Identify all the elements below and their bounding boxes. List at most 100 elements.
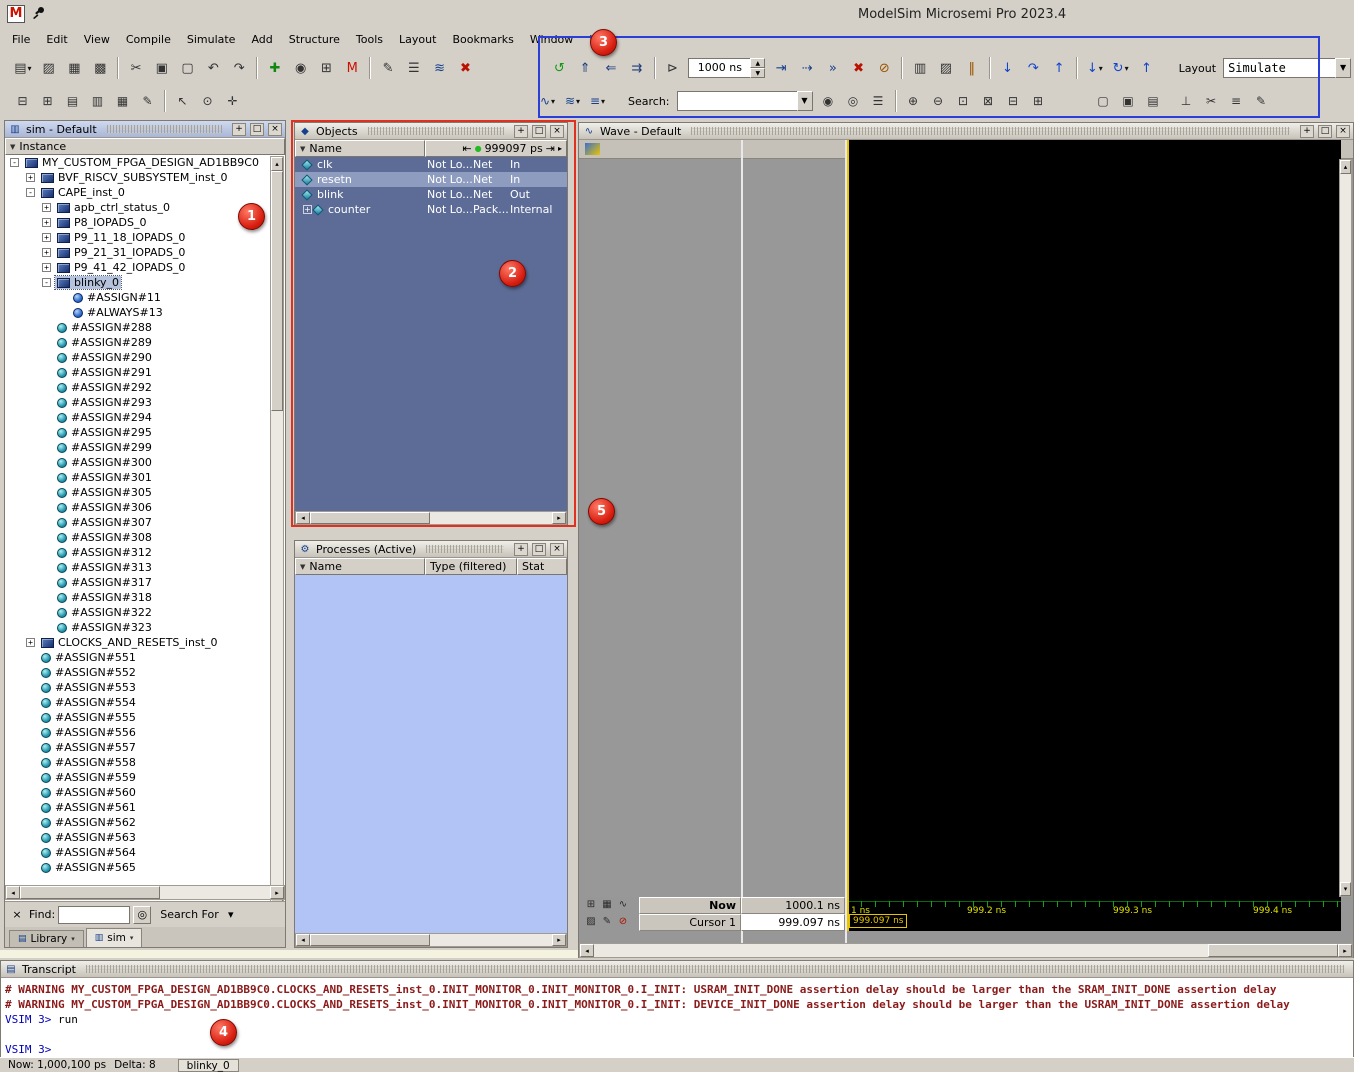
tree-item--assign-290[interactable]: #ASSIGN#290	[5, 350, 271, 365]
scroll-left-button[interactable]: ◂	[296, 934, 310, 946]
run-button[interactable]: ⇥	[769, 56, 793, 80]
tree-item-cape-inst-0[interactable]: -CAPE_inst_0	[5, 185, 271, 200]
tree-item--assign-11[interactable]: #ASSIGN#11	[5, 290, 271, 305]
tree-item--assign-305[interactable]: #ASSIGN#305	[5, 485, 271, 500]
add-selected-to-wave-button[interactable]: ∿▾	[536, 91, 559, 112]
compile-button[interactable]: ✎	[376, 56, 400, 80]
menu-item-edit[interactable]: Edit	[38, 31, 75, 49]
expand-icon[interactable]: +	[42, 248, 51, 257]
wave-timeline-ruler[interactable]: 999.097 ns 1 ns999.2 ns999.3 ns999.4 ns	[847, 897, 1341, 931]
expand-icon[interactable]: +	[42, 203, 51, 212]
wave-panel-add-button[interactable]: +	[1300, 125, 1314, 138]
find-input[interactable]	[58, 906, 130, 924]
tab-dropdown-icon[interactable]: ▾	[130, 934, 134, 942]
tree-item--assign-553[interactable]: #ASSIGN#553	[5, 680, 271, 695]
add-to-wave-button[interactable]: ≋▾	[561, 91, 584, 112]
processes-horizontal-scrollbar[interactable]: ◂ ▸	[295, 933, 567, 947]
type-filtered--column-header[interactable]: Type (filtered)	[425, 558, 517, 575]
environment-back-button[interactable]: ⇐	[599, 56, 623, 80]
tree-item--assign-294[interactable]: #ASSIGN#294	[5, 410, 271, 425]
objects-panel-titlebar[interactable]: ◆ Objects + □ ×	[295, 123, 567, 140]
zoom-in-button[interactable]: ⊕	[902, 91, 925, 112]
redo-button[interactable]: ↷	[227, 56, 251, 80]
cut-button[interactable]: ✂	[124, 56, 148, 80]
tree-item-bvf-riscv-subsystem-inst-0[interactable]: +BVF_RISCV_SUBSYSTEM_inst_0	[5, 170, 271, 185]
cursor-value-cell[interactable]: 999.097 ns	[741, 914, 845, 931]
new-file-button[interactable]: ▤▾	[11, 56, 35, 80]
dropdown-arrow-icon[interactable]: ▾	[1099, 64, 1103, 73]
tree-item--assign-293[interactable]: #ASSIGN#293	[5, 395, 271, 410]
wave-icon[interactable]: ∿	[615, 897, 631, 912]
show-nets-button[interactable]: ▥	[86, 91, 109, 112]
scroll-thumb[interactable]	[1208, 944, 1338, 957]
sim-vertical-scrollbar[interactable]: ▴ ▾	[270, 156, 284, 904]
save-button[interactable]: ▦	[63, 56, 87, 80]
tree-item--assign-557[interactable]: #ASSIGN#557	[5, 740, 271, 755]
scroll-thumb[interactable]	[20, 886, 160, 899]
tree-item--assign-318[interactable]: #ASSIGN#318	[5, 590, 271, 605]
dropdown-arrow-icon[interactable]: ▾	[1125, 64, 1129, 73]
find-next-button[interactable]: ◉	[817, 91, 840, 112]
menu-item-layout[interactable]: Layout	[391, 31, 444, 49]
add-cursor-button[interactable]: ⊥	[1175, 91, 1198, 112]
step-current-button[interactable]: ↓▾	[1083, 56, 1107, 80]
tree-item--assign-299[interactable]: #ASSIGN#299	[5, 440, 271, 455]
collapse-icon[interactable]: -	[26, 188, 35, 197]
scroll-right-button[interactable]: ▸	[270, 886, 284, 899]
zoom-out-button[interactable]: ⊖	[927, 91, 950, 112]
tree-item--assign-565[interactable]: #ASSIGN#565	[5, 860, 271, 875]
cursor-time-box[interactable]: 999.097 ns	[849, 914, 907, 928]
pin-icon[interactable]	[32, 6, 46, 25]
wave-vertical-scrollbar[interactable]: ▴ ▾	[1339, 159, 1352, 897]
time-right-icon[interactable]: ⇥	[546, 142, 555, 155]
cursor-label-cell[interactable]: Cursor 1	[639, 914, 741, 931]
compile-all-button[interactable]: ☰	[402, 56, 426, 80]
scroll-left-button[interactable]: ◂	[6, 886, 20, 899]
combo-dropdown-icon[interactable]: ▼	[1335, 58, 1351, 78]
wave-horizontal-scrollbar[interactable]: ◂ ▸	[579, 943, 1353, 958]
step-into-button[interactable]: ↓	[996, 56, 1020, 80]
filter-icon[interactable]: ▼	[300, 563, 305, 571]
menu-item-simulate[interactable]: Simulate	[179, 31, 244, 49]
tab-dropdown-icon[interactable]: ▾	[71, 935, 75, 943]
wave-panel-close-button[interactable]: ×	[1336, 125, 1350, 138]
processes-panel-drag-handle[interactable]	[426, 545, 504, 553]
simulate-button[interactable]: ≋	[428, 56, 452, 80]
toolbar-search-input[interactable]	[677, 91, 797, 111]
tree-item--assign-312[interactable]: #ASSIGN#312	[5, 545, 271, 560]
sim-panel-titlebar[interactable]: ▥ sim - Default + □ ×	[5, 121, 285, 138]
find-go-button[interactable]: ◎	[133, 906, 151, 924]
scroll-left-button[interactable]: ◂	[296, 512, 310, 524]
menu-item-bookmarks[interactable]: Bookmarks	[444, 31, 521, 49]
processes-panel-titlebar[interactable]: ⚙ Processes (Active) + □ ×	[295, 541, 567, 558]
tree-item-clocks-and-resets-inst-0[interactable]: +CLOCKS_AND_RESETS_inst_0	[5, 635, 271, 650]
tree-item-p8-iopads-0[interactable]: +P8_IOPADS_0	[5, 215, 271, 230]
return-current-button[interactable]: ↑	[1135, 56, 1159, 80]
tree-item-p9-41-42-iopads-0[interactable]: +P9_41_42_IOPADS_0	[5, 260, 271, 275]
menu-item-structure[interactable]: Structure	[281, 31, 348, 49]
show-ports-button[interactable]: ▤	[61, 91, 84, 112]
scroll-right-button[interactable]: ▸	[1338, 944, 1352, 957]
run-time-value[interactable]: 1000 ns	[688, 58, 750, 78]
transcript-titlebar[interactable]: ▤ Transcript	[1, 961, 1353, 978]
open-button[interactable]: ▨	[37, 56, 61, 80]
undo-button[interactable]: ↶	[201, 56, 225, 80]
tree-item--assign-295[interactable]: #ASSIGN#295	[5, 425, 271, 440]
tile-windows-button[interactable]: ▢	[1092, 91, 1115, 112]
sim-options-button[interactable]: ▥	[908, 56, 932, 80]
processes-panel-close-button[interactable]: ×	[550, 543, 564, 556]
tree-item-apb-ctrl-status-0[interactable]: +apb_ctrl_status_0	[5, 200, 271, 215]
tree-item--assign-307[interactable]: #ASSIGN#307	[5, 515, 271, 530]
tree-item--assign-562[interactable]: #ASSIGN#562	[5, 815, 271, 830]
show-all-button[interactable]: ▦	[111, 91, 134, 112]
tree-item--assign-564[interactable]: #ASSIGN#564	[5, 845, 271, 860]
scroll-thumb[interactable]	[310, 512, 430, 524]
expand-all-button[interactable]: ⊞	[36, 91, 59, 112]
profile-button[interactable]: ▨	[934, 56, 958, 80]
objects-horizontal-scrollbar[interactable]: ◂ ▸	[295, 511, 567, 525]
sim-panel-add-button[interactable]: +	[232, 123, 246, 136]
zoom-mode-button[interactable]: ⊙	[196, 91, 219, 112]
cut-signal-button[interactable]: ✂	[1200, 91, 1223, 112]
spinner-up-icon[interactable]: ▲	[750, 58, 765, 68]
collapse-icon[interactable]: -	[10, 158, 19, 167]
